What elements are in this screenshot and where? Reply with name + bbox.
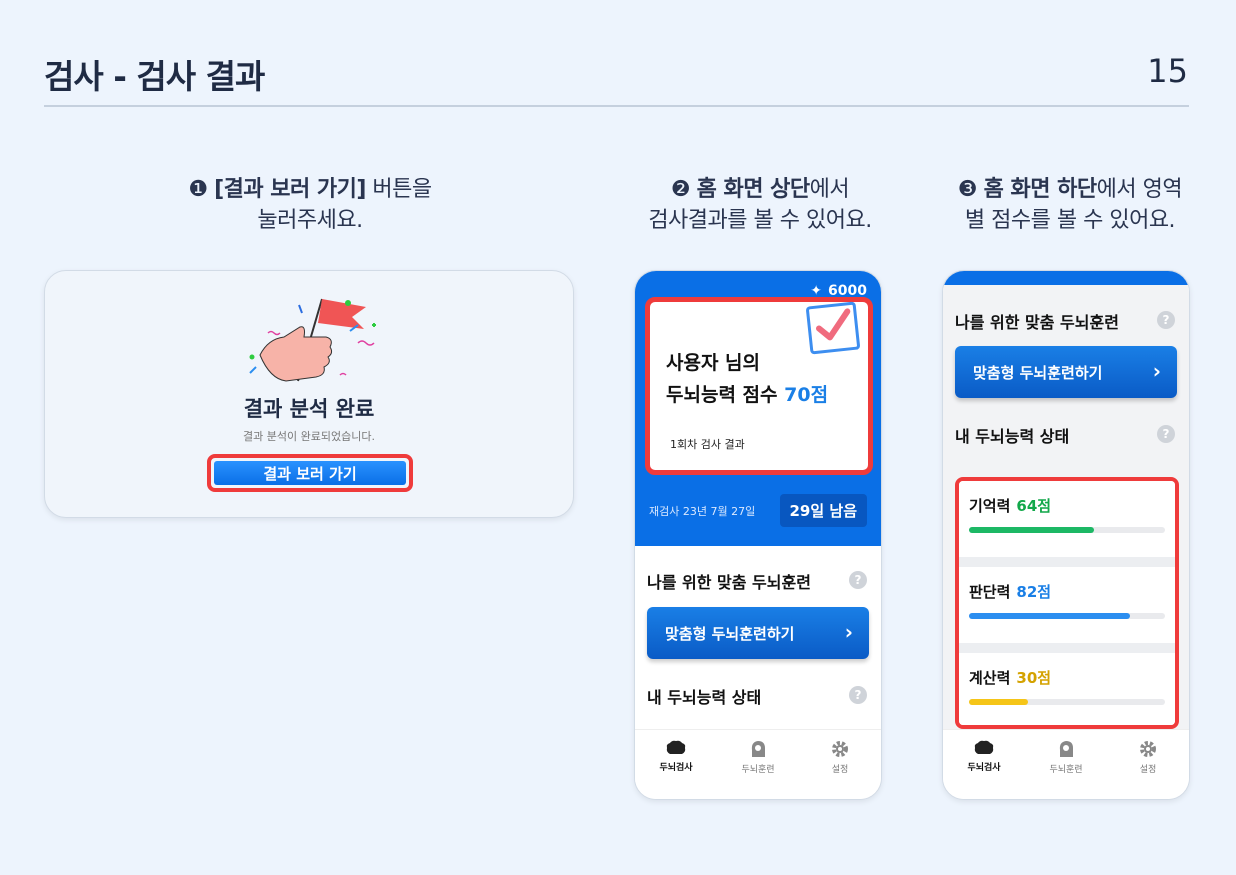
tab-label: 두뇌훈련 bbox=[741, 765, 775, 775]
days-left-badge: 29일 남음 bbox=[779, 494, 867, 527]
brain-icon bbox=[974, 740, 994, 754]
status-heading: 내 두뇌능력 상태 bbox=[647, 688, 762, 707]
step-2-caption: ❷ 홈 화면 상단에서 검사결과를 볼 수 있어요. bbox=[620, 174, 900, 236]
home-header-strip bbox=[943, 271, 1189, 285]
gear-icon bbox=[1140, 741, 1156, 757]
step-2-text: 에서 bbox=[809, 177, 850, 202]
bottom-tab-bar: 두뇌검사 두뇌훈련 설정 bbox=[635, 729, 881, 799]
tab-brain-test[interactable]: 두뇌검사 bbox=[641, 740, 711, 799]
stat-value: 30점 bbox=[1016, 669, 1052, 687]
step-3-text: 에서 영역 bbox=[1096, 177, 1183, 202]
thumbs-up-flag-icon bbox=[249, 298, 376, 382]
step-2-marker: ❷ bbox=[670, 177, 691, 202]
stat-progress-track bbox=[969, 699, 1165, 705]
stat-label: 판단력 82점 bbox=[969, 583, 1052, 601]
tab-settings[interactable]: 설정 bbox=[1113, 740, 1183, 799]
phone-home-bottom: 나를 위한 맞춤 두뇌훈련 ? 맞춤형 두뇌훈련하기 › 내 두뇌능력 상태 ?… bbox=[942, 270, 1190, 800]
step-3-marker: ❸ bbox=[957, 177, 978, 202]
stat-progress-track bbox=[969, 613, 1165, 619]
head-icon bbox=[751, 741, 765, 757]
dialog-title: 결과 분석 완료 bbox=[243, 397, 375, 421]
step-1-caption: ❶ [결과 보러 가기] 버튼을 눌러주세요. bbox=[150, 174, 470, 236]
round-label: 1회차 검사 결과 bbox=[670, 438, 745, 451]
custom-training-label: 맞춤형 두뇌훈련하기 bbox=[973, 363, 1103, 382]
chevron-right-icon: › bbox=[844, 620, 853, 644]
stat-progress-fill bbox=[969, 613, 1130, 619]
custom-training-label: 맞춤형 두뇌훈련하기 bbox=[665, 624, 795, 643]
score-card[interactable]: 사용자 님의 두뇌능력 점수 70점 1회차 검사 결과 bbox=[645, 297, 873, 475]
help-icon[interactable]: ? bbox=[1157, 311, 1175, 329]
brain-icon bbox=[666, 740, 686, 754]
page-number: 15 bbox=[1147, 52, 1188, 90]
step-1-text-line2: 눌러주세요. bbox=[257, 208, 363, 233]
home-header: ✦ 6000 사용자 님의 두뇌능력 점수 70점 1회차 검사 결과 재검사 2… bbox=[635, 271, 881, 546]
stat-label: 기억력 64점 bbox=[969, 497, 1052, 515]
step-3-text-line2: 별 점수를 볼 수 있어요. bbox=[964, 208, 1176, 233]
tab-label: 두뇌검사 bbox=[967, 763, 1001, 773]
score-line: 두뇌능력 점수 70점 bbox=[666, 380, 828, 407]
tab-label: 설정 bbox=[1139, 765, 1157, 775]
step-3-caption: ❸ 홈 화면 하단에서 영역 별 점수를 볼 수 있어요. bbox=[930, 174, 1210, 236]
tab-label: 설정 bbox=[831, 765, 849, 775]
phone-home-top: ✦ 6000 사용자 님의 두뇌능력 점수 70점 1회차 검사 결과 재검사 2… bbox=[634, 270, 882, 800]
result-complete-dialog: 결과 분석 완료 결과 분석이 완료되었습니다. 결과 보러 가기 bbox=[44, 270, 574, 518]
custom-training-button[interactable]: 맞춤형 두뇌훈련하기 › bbox=[647, 607, 869, 659]
training-heading: 나를 위한 맞춤 두뇌훈련 bbox=[647, 573, 811, 592]
stat-judgment: 판단력 82점 bbox=[959, 567, 1175, 643]
tab-brain-test[interactable]: 두뇌검사 bbox=[949, 740, 1019, 799]
home-body: 나를 위한 맞춤 두뇌훈련 ? 맞춤형 두뇌훈련하기 › 내 두뇌능력 상태 ?… bbox=[943, 285, 1189, 731]
score-label: 두뇌능력 점수 bbox=[666, 384, 785, 406]
tab-brain-training[interactable]: 두뇌훈련 bbox=[1031, 740, 1101, 799]
custom-training-button[interactable]: 맞춤형 두뇌훈련하기 › bbox=[955, 346, 1177, 398]
stat-value: 64점 bbox=[1016, 497, 1052, 515]
help-icon[interactable]: ? bbox=[1157, 425, 1175, 443]
title-divider bbox=[44, 105, 1189, 107]
stat-progress-fill bbox=[969, 699, 1028, 705]
checkbox-icon bbox=[805, 301, 861, 355]
highlight-frame: 결과 보러 가기 bbox=[207, 454, 413, 492]
stat-memory: 기억력 64점 bbox=[959, 481, 1175, 557]
training-heading: 나를 위한 맞춤 두뇌훈련 bbox=[955, 313, 1119, 332]
bottom-tab-bar: 두뇌검사 두뇌훈련 설정 bbox=[943, 729, 1189, 799]
step-3-highlight: 홈 화면 하단 bbox=[983, 177, 1098, 202]
step-2-text-line2: 검사결과를 볼 수 있어요. bbox=[648, 208, 872, 233]
tab-label: 두뇌훈련 bbox=[1049, 765, 1083, 775]
stat-label: 계산력 30점 bbox=[969, 669, 1052, 687]
tab-brain-training[interactable]: 두뇌훈련 bbox=[723, 740, 793, 799]
slide-title: 검사 - 검사 결과 bbox=[44, 57, 265, 96]
retest-date: 재검사 23년 7월 27일 bbox=[649, 505, 756, 518]
step-2-highlight: 홈 화면 상단 bbox=[696, 177, 811, 202]
head-icon bbox=[1059, 741, 1073, 757]
score-user-line: 사용자 님의 bbox=[666, 352, 761, 374]
help-icon[interactable]: ? bbox=[849, 686, 867, 704]
stat-progress-fill bbox=[969, 527, 1095, 533]
tab-label: 두뇌검사 bbox=[659, 763, 693, 773]
tab-settings[interactable]: 설정 bbox=[805, 740, 875, 799]
divider bbox=[959, 643, 1175, 653]
score-value: 70점 bbox=[784, 384, 829, 406]
divider bbox=[959, 557, 1175, 567]
help-icon[interactable]: ? bbox=[849, 571, 867, 589]
step-1-highlight: [결과 보러 가기] bbox=[214, 177, 366, 202]
chevron-right-icon: › bbox=[1152, 359, 1161, 383]
stat-progress-track bbox=[969, 527, 1165, 533]
gear-icon bbox=[832, 741, 848, 757]
step-1-marker: ❶ bbox=[188, 177, 208, 202]
step-1-text: 버튼을 bbox=[365, 177, 432, 202]
view-result-button[interactable]: 결과 보러 가기 bbox=[214, 461, 406, 485]
ability-stats-card: 기억력 64점 판단력 82점 계산력 30점 bbox=[955, 477, 1179, 729]
stat-value: 82점 bbox=[1016, 583, 1052, 601]
dialog-subtitle: 결과 분석이 완료되었습니다. bbox=[243, 430, 375, 443]
stat-calculation: 계산력 30점 bbox=[959, 653, 1175, 725]
status-heading: 내 두뇌능력 상태 bbox=[955, 427, 1070, 446]
